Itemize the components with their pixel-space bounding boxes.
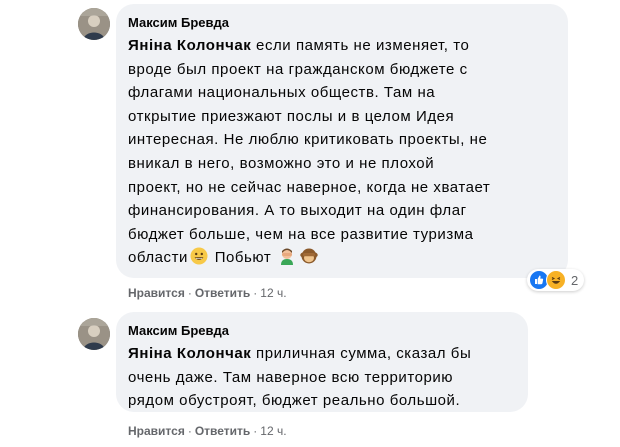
haha-reaction-icon <box>546 270 566 290</box>
text-line: бюджет больше, чем на все развитие туриз… <box>128 225 474 243</box>
comment-author[interactable]: Максим Бревда <box>128 14 556 31</box>
comments-thread: Максим Бревда Яніна Колончак если память… <box>0 0 620 447</box>
text-line: флагами национальных обществ. Там на <box>128 84 436 102</box>
text-line: вроде был проект на гражданском бюджете … <box>128 60 468 78</box>
separator-dot: · <box>253 286 258 300</box>
comment-text: Яніна Колончак если память не изменяет, … <box>128 34 556 270</box>
separator-dot: · <box>253 424 258 438</box>
text-line: интересная. Не люблю критиковать проекты… <box>128 131 488 149</box>
comment-actions: Нравится · Ответить · 12 ч. <box>128 423 287 439</box>
text-line: очень даже. Там наверное всю территорию <box>128 368 454 386</box>
text-line: финансирования. А то выходит на один фла… <box>128 202 467 220</box>
text-line: рядом обустроят, бюджет реально большой. <box>128 392 461 410</box>
comment-bubble: Максим Бревда Яніна Колончак приличная с… <box>116 312 528 412</box>
separator-dot: · <box>187 424 192 438</box>
comment-text: Яніна Колончак приличная сумма, сказал б… <box>128 342 516 413</box>
text-line: открытие приезжают послы и в целом Идея <box>128 107 455 125</box>
reaction-summary[interactable]: 2 <box>527 269 585 291</box>
tail-text: Побьют <box>214 249 272 267</box>
text-line: проект, но не сейчас наверное, когда не … <box>128 178 491 196</box>
reply-button[interactable]: Ответить <box>195 286 250 300</box>
comment-time[interactable]: 12 ч. <box>260 286 286 300</box>
mention-link[interactable]: Яніна Колончак <box>128 345 251 362</box>
like-button[interactable]: Нравится <box>128 424 185 438</box>
text-line: вникал в него, возможно это и не плохой <box>128 154 435 172</box>
text-line: приличная сумма, сказал бы <box>251 345 472 362</box>
author-avatar[interactable] <box>78 8 110 40</box>
reaction-count: 2 <box>571 272 579 288</box>
mention-link[interactable]: Яніна Колончак <box>128 37 251 54</box>
comment-bubble: Максим Бревда Яніна Колончак если память… <box>116 4 568 278</box>
comment-time[interactable]: 12 ч. <box>260 424 286 438</box>
see-no-evil-monkey-icon <box>300 247 318 265</box>
man-facepalming-icon <box>278 247 296 266</box>
smiling-face-icon <box>190 247 208 265</box>
text-line: если память не изменяет, то <box>251 37 470 54</box>
comment-author[interactable]: Максим Бревда <box>128 322 516 339</box>
text-line: области <box>128 249 188 267</box>
like-button[interactable]: Нравится <box>128 286 185 300</box>
comment-actions: Нравится · Ответить · 12 ч. <box>128 285 287 301</box>
reply-button[interactable]: Ответить <box>195 424 250 438</box>
author-avatar[interactable] <box>78 318 110 350</box>
separator-dot: · <box>187 286 192 300</box>
